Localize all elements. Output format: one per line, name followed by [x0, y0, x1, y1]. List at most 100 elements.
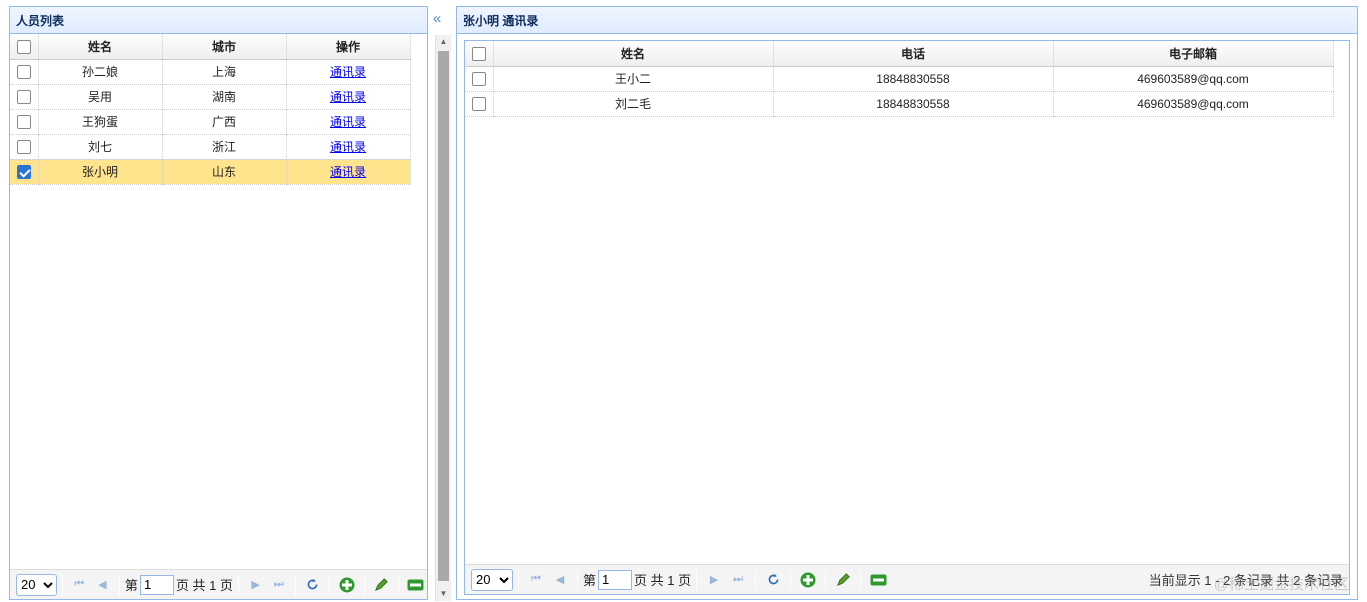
first-page-icon[interactable]: ⏮ — [524, 569, 548, 591]
contacts-header: 张小明 通讯录 — [457, 7, 1357, 34]
cell-city: 浙江 — [162, 134, 287, 160]
cell-city: 湖南 — [162, 84, 287, 110]
pager-separator — [755, 569, 757, 590]
table-row[interactable]: 吴用 湖南 通讯录 — [10, 84, 411, 110]
pager-separator — [518, 569, 519, 590]
page-total-label: 页 共 1 页 — [175, 578, 234, 593]
scroll-down-icon[interactable]: ▼ — [436, 587, 451, 601]
row-checkbox[interactable] — [16, 114, 31, 129]
pager-separator — [363, 574, 365, 595]
table-row[interactable]: 王小二 18848830558 469603589@qq.com — [465, 66, 1334, 92]
page-prefix-label: 第 — [583, 573, 597, 588]
select-all-checkbox[interactable] — [471, 46, 486, 61]
pager-record-info: 当前显示 1 - 2 条记录 共 2 条记录 — [1148, 573, 1343, 588]
contacts-panel: 张小明 通讯录 姓名 电话 电子邮箱 王小二 18848830558 46960… — [456, 6, 1358, 600]
cell-name: 孙二娘 — [38, 59, 163, 85]
row-checkbox[interactable] — [471, 71, 486, 86]
pager-separator — [238, 574, 240, 595]
cell-phone: 18848830558 — [773, 66, 1054, 92]
table-row[interactable]: 孙二娘 上海 通讯录 — [10, 59, 411, 85]
contacts-table: 姓名 电话 电子邮箱 王小二 18848830558 469603589@qq.… — [465, 41, 1334, 117]
table-row[interactable]: 刘二毛 18848830558 469603589@qq.com — [465, 91, 1334, 117]
person-list-header: 人员列表 — [10, 7, 427, 34]
next-page-icon[interactable]: ▶ — [244, 574, 267, 596]
contacts-link[interactable]: 通讯录 — [330, 140, 366, 154]
person-list-title: 人员列表 — [16, 13, 65, 28]
refresh-icon[interactable] — [761, 569, 785, 591]
column-header-email[interactable]: 电子邮箱 — [1053, 41, 1334, 67]
person-table-header-row: 姓名 城市 操作 — [10, 34, 411, 60]
contacts-link[interactable]: 通讯录 — [330, 115, 366, 129]
double-chevron-left-icon[interactable]: « — [428, 10, 446, 28]
page-number-input[interactable] — [139, 574, 174, 595]
cell-city: 山东 — [162, 159, 287, 185]
first-page-icon[interactable]: ⏮ — [68, 574, 91, 596]
edit-pencil-icon[interactable] — [370, 574, 393, 596]
pager-separator — [825, 569, 827, 590]
cell-phone: 18848830558 — [773, 91, 1054, 117]
page-number-input[interactable] — [598, 569, 633, 590]
column-header-action[interactable]: 操作 — [286, 34, 411, 60]
table-row-selected[interactable]: 张小明 山东 通讯录 — [10, 159, 411, 185]
cell-name: 王小二 — [493, 66, 774, 92]
cell-name: 刘二毛 — [493, 91, 774, 117]
select-all-cell[interactable] — [10, 34, 39, 60]
pager-separator — [397, 574, 399, 595]
prev-page-icon[interactable]: ◀ — [91, 574, 114, 596]
cell-name: 王狗蛋 — [38, 109, 163, 135]
add-icon[interactable] — [335, 574, 358, 596]
page-prefix-label: 第 — [124, 578, 138, 593]
next-page-icon[interactable]: ▶ — [702, 569, 726, 591]
person-list-panel: 人员列表 姓名 城市 操作 孙二娘 上海 通讯录 吴用 湖南 通讯录 王狗蛋 广… — [9, 6, 428, 600]
page-size-select[interactable]: 20 — [471, 568, 513, 591]
row-checkbox-checked[interactable] — [16, 164, 31, 179]
scrollbar-thumb[interactable] — [438, 51, 449, 581]
pager-separator — [329, 574, 331, 595]
add-icon[interactable] — [796, 569, 820, 591]
cell-email: 469603589@qq.com — [1053, 66, 1334, 92]
table-row[interactable]: 王狗蛋 广西 通讯录 — [10, 109, 411, 135]
left-pager: 20 ⏮ ◀ 第 页 共 1 页 ▶ ⏭ — [10, 569, 427, 599]
cell-email: 469603589@qq.com — [1053, 91, 1334, 117]
scroll-up-icon[interactable]: ▲ — [436, 35, 451, 49]
contacts-table-header-row: 姓名 电话 电子邮箱 — [465, 41, 1334, 67]
select-all-cell[interactable] — [465, 41, 494, 67]
pager-separator — [295, 574, 297, 595]
column-header-city[interactable]: 城市 — [162, 34, 287, 60]
person-table: 姓名 城市 操作 孙二娘 上海 通讯录 吴用 湖南 通讯录 王狗蛋 广西 通讯录… — [10, 34, 411, 185]
contacts-title: 张小明 通讯录 — [463, 13, 539, 28]
table-row[interactable]: 刘七 浙江 通讯录 — [10, 134, 411, 160]
cell-name: 刘七 — [38, 134, 163, 160]
edit-pencil-icon[interactable] — [831, 569, 855, 591]
last-page-icon[interactable]: ⏭ — [267, 574, 290, 596]
page-size-select[interactable]: 20 — [16, 573, 57, 596]
select-all-checkbox[interactable] — [16, 39, 31, 54]
vertical-scrollbar[interactable]: ▲ ▼ — [435, 35, 451, 601]
row-checkbox[interactable] — [471, 96, 486, 111]
prev-page-icon[interactable]: ◀ — [548, 569, 572, 591]
contacts-grid-frame: 姓名 电话 电子邮箱 王小二 18848830558 469603589@qq.… — [464, 40, 1350, 595]
refresh-icon[interactable] — [301, 574, 324, 596]
cell-name: 吴用 — [38, 84, 163, 110]
pager-separator — [61, 574, 63, 595]
pager-separator — [696, 569, 698, 590]
cell-city: 上海 — [162, 59, 287, 85]
pager-separator — [577, 569, 578, 590]
pager-separator — [118, 574, 120, 595]
contacts-link[interactable]: 通讯录 — [330, 65, 366, 79]
remove-icon[interactable] — [866, 569, 890, 591]
remove-icon[interactable] — [404, 574, 427, 596]
column-header-phone[interactable]: 电话 — [773, 41, 1054, 67]
cell-city: 广西 — [162, 109, 287, 135]
row-checkbox[interactable] — [16, 64, 31, 79]
last-page-icon[interactable]: ⏭ — [726, 569, 750, 591]
column-header-name[interactable]: 姓名 — [493, 41, 774, 67]
row-checkbox[interactable] — [16, 139, 31, 154]
cell-name: 张小明 — [38, 159, 163, 185]
contacts-link[interactable]: 通讯录 — [330, 165, 366, 179]
right-pager: 20 ⏮ ◀ 第 页 共 1 页 ▶ ⏭ — [465, 564, 1349, 594]
contacts-link[interactable]: 通讯录 — [330, 90, 366, 104]
column-header-name[interactable]: 姓名 — [38, 34, 163, 60]
row-checkbox[interactable] — [16, 89, 31, 104]
pager-separator — [860, 569, 862, 590]
